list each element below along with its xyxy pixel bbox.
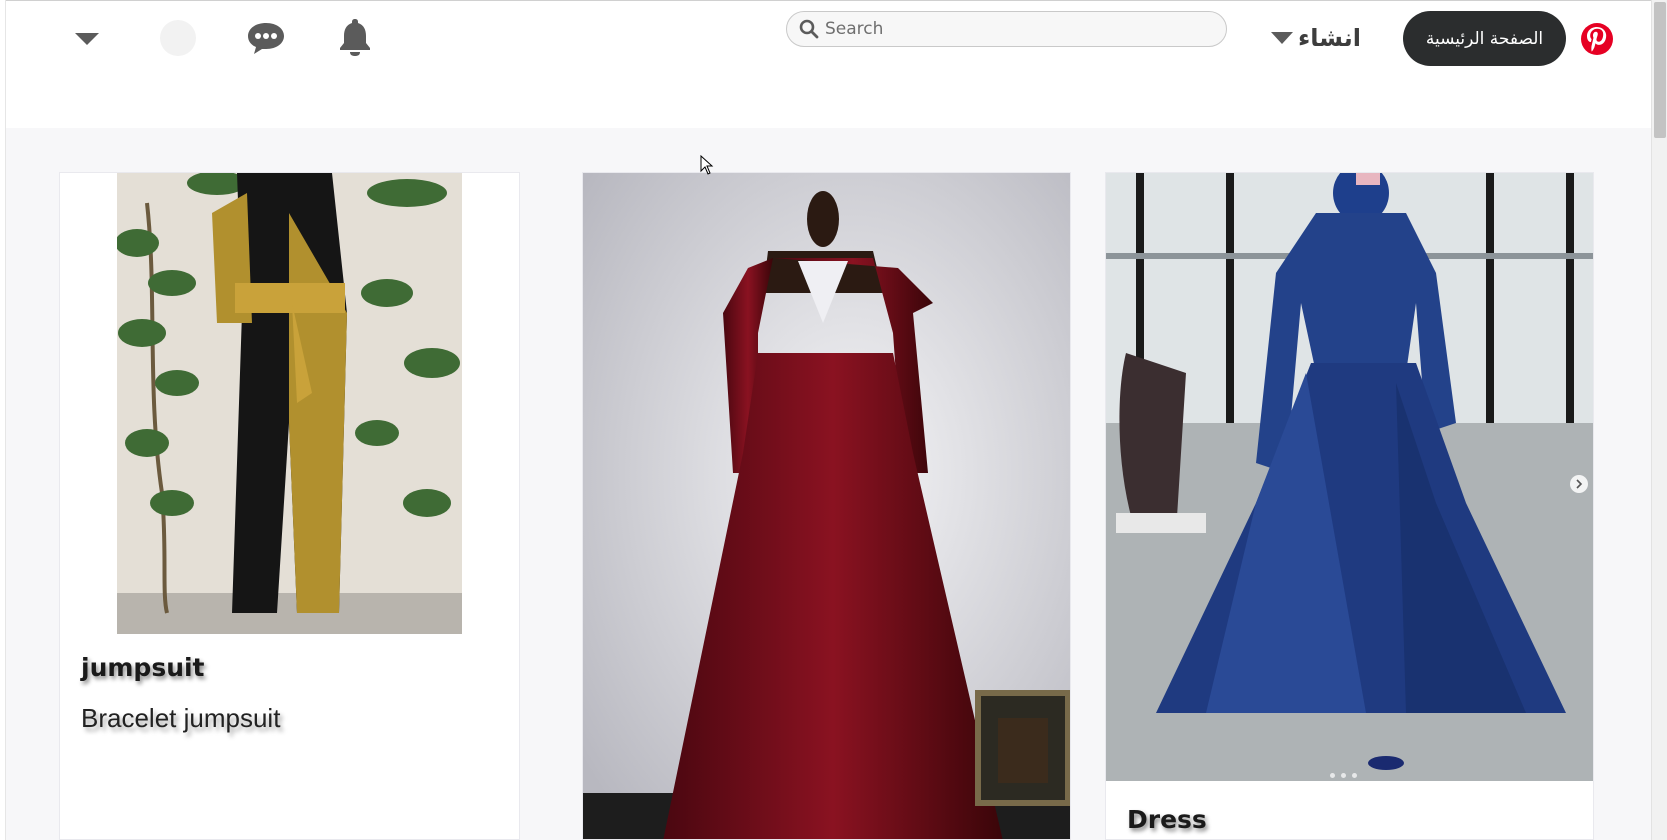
chevron-down-icon: [1271, 32, 1293, 44]
chevron-down-icon: [75, 33, 99, 45]
search-bar[interactable]: [786, 11, 1227, 47]
pin-card[interactable]: jumpsuit Bracelet jumpsuit: [59, 172, 520, 840]
messages-button[interactable]: [246, 18, 286, 58]
bell-icon: [340, 19, 370, 56]
scrollbar-thumb[interactable]: [1654, 2, 1666, 138]
more-menu-button[interactable]: [70, 26, 104, 52]
chevron-right-icon: [1576, 479, 1583, 489]
create-label: انشاء: [1298, 24, 1361, 52]
pin-card[interactable]: [582, 172, 1071, 840]
pin-image[interactable]: [1106, 173, 1593, 781]
carousel-next-button[interactable]: [1570, 475, 1588, 493]
search-input[interactable]: [825, 19, 1205, 39]
avatar[interactable]: [160, 20, 196, 56]
pinterest-logo-icon[interactable]: [1580, 17, 1614, 61]
pin-title: jumpsuit: [81, 653, 205, 682]
search-icon: [799, 19, 819, 39]
home-button[interactable]: الصفحة الرئيسية: [1403, 11, 1566, 66]
pin-card[interactable]: Dress: [1105, 172, 1594, 840]
carousel-indicator: [1330, 773, 1357, 778]
pin-description: Bracelet jumpsuit: [81, 703, 281, 733]
pin-image[interactable]: [117, 173, 462, 634]
pin-image[interactable]: [583, 173, 1070, 839]
chat-bubble-icon: [248, 23, 284, 54]
create-menu[interactable]: انشاء: [1270, 20, 1361, 56]
page-scrollbar[interactable]: [1651, 0, 1667, 840]
pin-title: Dress: [1127, 805, 1207, 834]
mouse-cursor-icon: [700, 154, 714, 175]
notifications-button[interactable]: [337, 16, 373, 58]
pin-feed: jumpsuit Bracelet jumpsuit Dress: [6, 128, 1651, 840]
